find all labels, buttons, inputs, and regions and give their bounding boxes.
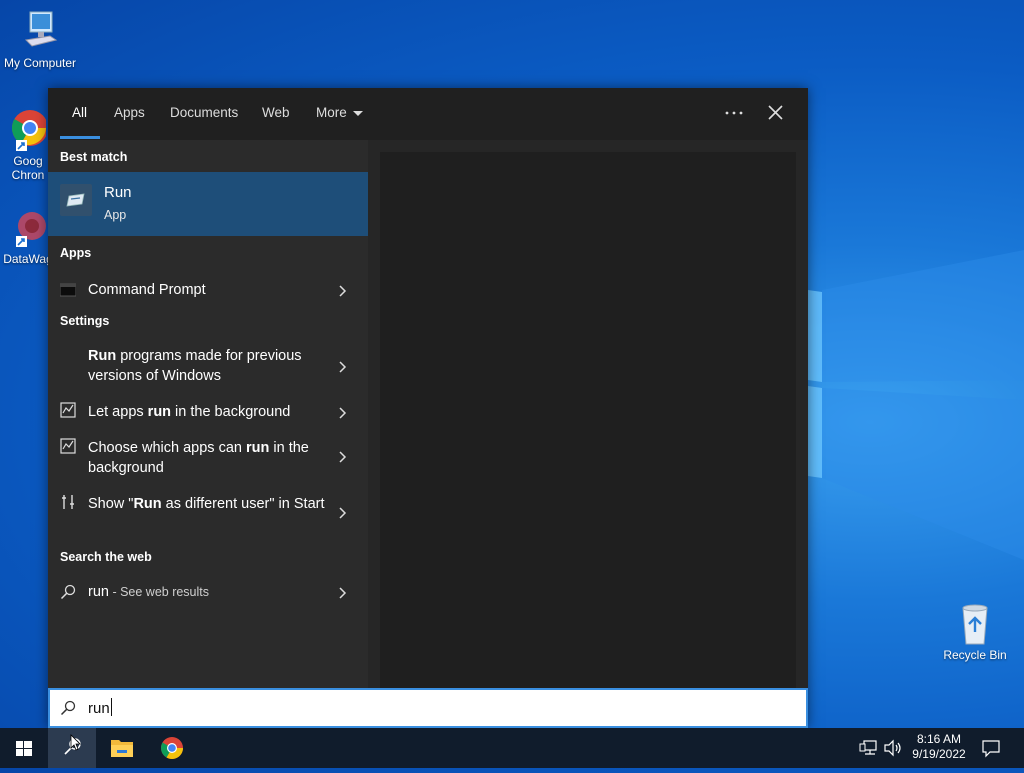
command-prompt-icon	[60, 283, 76, 297]
search-tabs: All Apps Documents Web More	[48, 88, 808, 140]
start-button[interactable]	[0, 728, 48, 768]
recycle-bin-icon	[962, 604, 988, 645]
tab-more-label: More	[316, 105, 347, 120]
settings-tools-icon	[62, 495, 74, 509]
search-icon	[60, 584, 76, 600]
search-taskbar-button[interactable]	[48, 728, 96, 768]
chevron-right-icon[interactable]	[336, 586, 348, 600]
search-flyout: All Apps Documents Web More Best match R…	[48, 88, 808, 728]
best-match-subtitle: App	[104, 208, 127, 222]
results-list: Best match Run App Apps Command Prompt S…	[48, 140, 368, 688]
result-label: Run programs made for previous versions …	[88, 348, 302, 384]
result-run-as-different-user[interactable]: Show "Run as different user" in Start	[48, 490, 368, 534]
search-input[interactable]: run	[88, 698, 112, 717]
clock[interactable]: 8:16 AM 9/19/2022	[904, 732, 974, 762]
desktop-icon-google-chrome[interactable]: Goog Chron	[0, 106, 54, 182]
volume-icon[interactable]	[882, 738, 904, 758]
close-icon	[768, 105, 783, 120]
result-command-prompt[interactable]: Command Prompt	[48, 274, 368, 306]
result-label: run - See web results	[88, 584, 210, 600]
chrome-icon	[161, 737, 183, 759]
clock-time: 8:16 AM	[916, 732, 962, 746]
clock-date: 9/19/2022	[912, 747, 966, 761]
datawag-icon	[16, 212, 46, 247]
section-search-web: Search the web	[60, 550, 152, 564]
windows-logo-icon	[16, 741, 32, 756]
notification-center-icon[interactable]	[980, 738, 1002, 758]
result-label: Show "Run as different user" in Start	[88, 496, 325, 512]
computer-icon	[24, 11, 58, 47]
result-web-search[interactable]: run - See web results	[48, 578, 368, 608]
result-label: Command Prompt	[88, 282, 206, 298]
chevron-right-icon[interactable]	[336, 360, 348, 374]
close-button[interactable]	[758, 96, 794, 132]
desktop-icon-label: Goog Chron	[11, 154, 45, 182]
tab-web[interactable]: Web	[262, 88, 290, 140]
section-best-match: Best match	[60, 150, 128, 164]
desktop-icon-label: Recycle Bin	[943, 648, 1007, 662]
chrome-icon	[11, 110, 46, 151]
preview-content	[380, 152, 796, 688]
best-match-title: Run	[104, 184, 132, 201]
tab-apps[interactable]: Apps	[114, 88, 145, 140]
taskbar: 8:16 AM 9/19/2022	[0, 728, 1024, 768]
result-let-apps-run-background[interactable]: Let apps run in the background	[48, 398, 368, 426]
activity-chart-icon	[60, 402, 76, 418]
chrome-taskbar-button[interactable]	[148, 728, 196, 768]
search-icon	[60, 700, 76, 716]
more-options-button[interactable]	[716, 96, 752, 132]
section-settings: Settings	[60, 314, 110, 328]
folder-icon	[111, 740, 133, 757]
tab-documents[interactable]: Documents	[170, 88, 238, 140]
desktop-icon-recycle-bin[interactable]: Recycle Bin	[935, 602, 1015, 662]
chevron-right-icon[interactable]	[336, 506, 348, 520]
tab-all[interactable]: All	[72, 88, 87, 140]
chevron-right-icon[interactable]	[336, 406, 348, 420]
caret-down-icon	[352, 110, 363, 116]
desktop-icon-my-computer[interactable]: My Computer	[0, 10, 80, 70]
best-match-run[interactable]: Run App	[48, 172, 368, 236]
tab-more[interactable]: More	[316, 88, 363, 140]
text-cursor	[110, 698, 112, 716]
chevron-right-icon[interactable]	[336, 284, 348, 298]
result-run-compat-settings[interactable]: Run programs made for previous versions …	[48, 344, 368, 388]
search-box[interactable]: run	[48, 688, 808, 728]
search-icon	[64, 734, 81, 755]
chevron-right-icon[interactable]	[336, 450, 348, 464]
ellipsis-icon	[725, 111, 743, 115]
desktop-icon-datawag[interactable]: DataWag	[0, 206, 54, 266]
run-app-icon	[60, 184, 92, 216]
desktop-icon-label: DataWag	[3, 252, 53, 266]
section-apps: Apps	[60, 246, 92, 260]
network-icon[interactable]	[858, 738, 882, 758]
preview-pane	[368, 140, 808, 688]
file-explorer-button[interactable]	[98, 728, 146, 768]
desktop-icon-label: My Computer	[3, 56, 77, 70]
activity-chart-icon	[60, 438, 76, 454]
result-label: Choose which apps can run in the backgro…	[88, 440, 309, 476]
result-choose-apps-run-background[interactable]: Choose which apps can run in the backgro…	[48, 434, 368, 478]
result-label: Let apps run in the background	[88, 404, 291, 420]
active-tab-indicator	[60, 136, 100, 139]
